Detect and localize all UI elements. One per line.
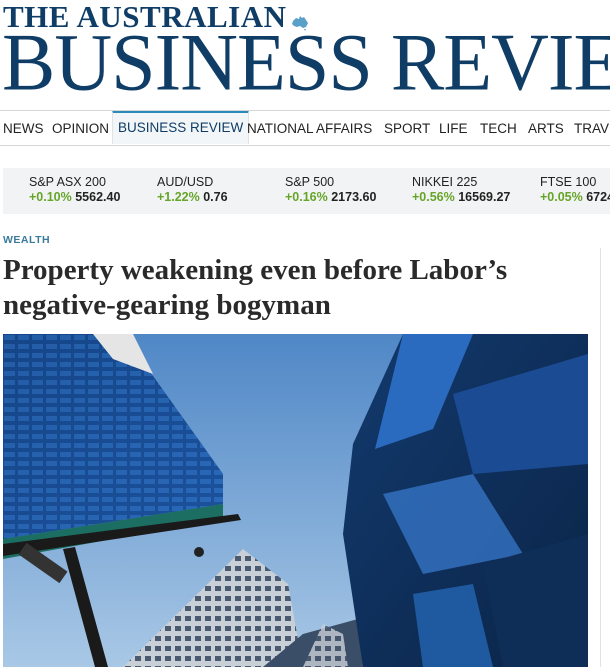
market-ticker: S&P ASX 200 +0.10% 5562.40 AUD/USD +1.22… bbox=[3, 168, 610, 214]
ticker-value: 16569.27 bbox=[458, 190, 511, 204]
nav-item-business-review[interactable]: BUSINESS REVIEW bbox=[112, 111, 250, 144]
nav-item-opinion[interactable]: OPINION bbox=[52, 111, 109, 144]
masthead[interactable]: THE AUSTRALIAN BUSINESS REVIEW bbox=[0, 0, 610, 112]
ticker-name: AUD/USD bbox=[157, 175, 214, 189]
ticker-item[interactable]: NIKKEI 225 +0.56% 16569.27 bbox=[412, 175, 510, 205]
ticker-change: +1.22% bbox=[157, 190, 200, 204]
ticker-name: S&P 500 bbox=[285, 175, 335, 189]
nav-item-national-affairs[interactable]: NATIONAL AFFAIRS bbox=[247, 111, 372, 144]
ticker-change: +0.05% bbox=[540, 190, 583, 204]
ticker-item[interactable]: S&P 500 +0.16% 2173.60 bbox=[285, 175, 376, 205]
hero-image[interactable] bbox=[3, 334, 588, 667]
sidebar-edge bbox=[600, 248, 610, 667]
ticker-value: 0.76 bbox=[203, 190, 228, 204]
article-headline[interactable]: Property weakening even before Labor’s n… bbox=[3, 253, 593, 323]
nav-item-arts[interactable]: ARTS bbox=[528, 111, 564, 144]
ticker-item[interactable]: S&P ASX 200 +0.10% 5562.40 bbox=[29, 175, 120, 205]
ticker-name: FTSE 100 bbox=[540, 175, 597, 189]
ticker-name: NIKKEI 225 bbox=[412, 175, 478, 189]
nav-item-travel[interactable]: TRAVEL bbox=[574, 111, 610, 144]
ticker-change: +0.16% bbox=[285, 190, 328, 204]
ticker-change: +0.10% bbox=[29, 190, 72, 204]
nav-item-news[interactable]: NEWS bbox=[3, 111, 44, 144]
main-nav: NEWS OPINION BUSINESS REVIEW NATIONAL AF… bbox=[0, 110, 610, 146]
nav-item-sport[interactable]: SPORT bbox=[384, 111, 430, 144]
ticker-value: 5562.40 bbox=[75, 190, 121, 204]
section-label[interactable]: WEALTH bbox=[3, 234, 50, 246]
ticker-name: S&P ASX 200 bbox=[29, 175, 106, 189]
ticker-value: 6724 bbox=[586, 190, 610, 204]
nav-item-life[interactable]: LIFE bbox=[439, 111, 468, 144]
ticker-change: +0.56% bbox=[412, 190, 455, 204]
nav-item-tech[interactable]: TECH bbox=[480, 111, 517, 144]
ticker-item[interactable]: AUD/USD +1.22% 0.76 bbox=[157, 175, 228, 205]
ticker-item[interactable]: FTSE 100 +0.05% 6724 bbox=[540, 175, 610, 205]
masthead-title: BUSINESS REVIEW bbox=[2, 17, 610, 108]
ticker-value: 2173.60 bbox=[331, 190, 377, 204]
